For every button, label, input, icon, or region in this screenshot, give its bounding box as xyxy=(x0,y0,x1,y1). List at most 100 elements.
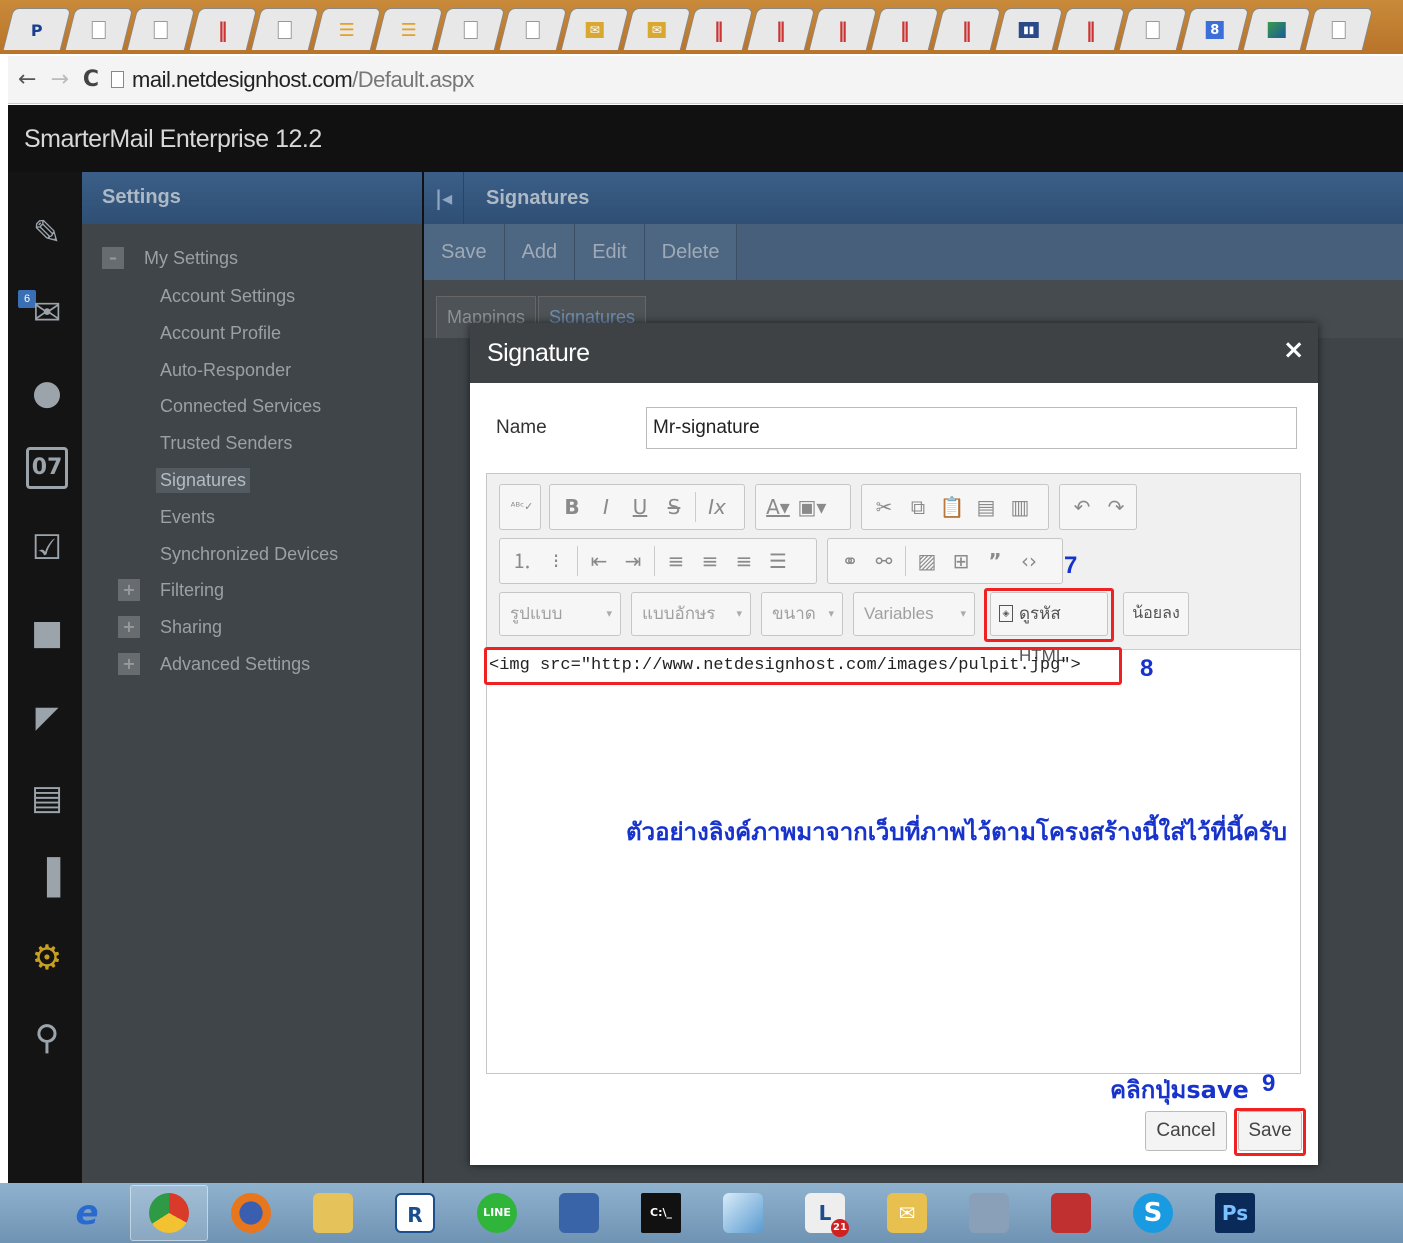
browser-tab[interactable]: ‖ xyxy=(684,8,754,50)
taskbar-explorer[interactable] xyxy=(292,1185,374,1241)
sidebar-item-trusted-senders[interactable]: Trusted Senders xyxy=(160,433,292,454)
browser-tab[interactable]: ‖ xyxy=(932,8,1002,50)
taskbar-notes[interactable] xyxy=(702,1185,784,1241)
remove-format-icon[interactable]: Ix xyxy=(701,490,733,524)
table-icon[interactable]: ⊞ xyxy=(945,544,977,578)
italic-icon[interactable]: I xyxy=(590,490,622,524)
browser-tab[interactable] xyxy=(64,8,134,50)
sidebar-item-sharing[interactable]: Sharing xyxy=(160,617,222,638)
taskbar-archive[interactable] xyxy=(1030,1185,1112,1241)
format-style-select[interactable]: รูปแบบ xyxy=(499,592,621,636)
sidebar-item-auto-responder[interactable]: Auto-Responder xyxy=(160,360,291,381)
collapse-icon[interactable]: – xyxy=(102,247,124,269)
browser-tab[interactable]: ☰ xyxy=(312,8,382,50)
font-family-select[interactable]: แบบอักษร xyxy=(631,592,751,636)
show-less-button[interactable]: น้อยลง xyxy=(1123,592,1189,636)
browser-tab[interactable]: 8 xyxy=(1180,8,1250,50)
copy-icon[interactable]: ⧉ xyxy=(902,490,934,524)
browser-tab[interactable]: ‖ xyxy=(1056,8,1126,50)
browser-tab[interactable] xyxy=(436,8,506,50)
sidebar-item-filtering[interactable]: Filtering xyxy=(160,580,224,601)
browser-tab[interactable] xyxy=(1304,8,1374,50)
search-icon[interactable]: ⚲ xyxy=(26,1017,68,1059)
expand-icon[interactable]: + xyxy=(118,616,140,638)
background-color-icon[interactable]: ▣▾ xyxy=(796,490,828,524)
sidebar-item-advanced-settings[interactable]: Advanced Settings xyxy=(160,654,310,675)
mail-icon[interactable]: ✉ xyxy=(26,292,68,334)
redo-icon[interactable]: ↷ xyxy=(1100,490,1132,524)
taskbar-r-app[interactable]: R xyxy=(374,1185,456,1241)
sidebar-item-events[interactable]: Events xyxy=(160,507,215,528)
expand-icon[interactable]: + xyxy=(118,579,140,601)
blockquote-icon[interactable]: ” xyxy=(979,544,1011,578)
spellcheck-icon[interactable]: ᴬᴮᶜ✓ xyxy=(506,490,538,524)
close-icon[interactable]: × xyxy=(1283,335,1305,365)
calendar-icon[interactable]: 07 xyxy=(26,447,68,489)
browser-tab[interactable]: ▮▮ xyxy=(994,8,1064,50)
bold-icon[interactable]: B xyxy=(556,490,588,524)
sidebar-item-account-settings[interactable]: Account Settings xyxy=(160,286,295,307)
taskbar-skype[interactable]: S xyxy=(1112,1185,1194,1241)
paste-text-icon[interactable]: ▤ xyxy=(970,490,1002,524)
taskbar-cmd[interactable]: C:\_ xyxy=(620,1185,702,1241)
taskbar-network[interactable] xyxy=(538,1185,620,1241)
align-right-icon[interactable]: ≡ xyxy=(728,544,760,578)
link-icon[interactable]: ⚭ xyxy=(834,544,866,578)
image-icon[interactable]: ▨ xyxy=(911,544,943,578)
align-left-icon[interactable]: ≡ xyxy=(660,544,692,578)
strikethrough-icon[interactable]: S xyxy=(658,490,690,524)
browser-tab[interactable] xyxy=(250,8,320,50)
cancel-button[interactable]: Cancel xyxy=(1145,1111,1227,1151)
taskbar-photoshop[interactable]: Ps xyxy=(1194,1185,1276,1241)
sidebar-item-account-profile[interactable]: Account Profile xyxy=(160,323,281,344)
browser-tab[interactable]: ✉ xyxy=(622,8,692,50)
sidebar-item-connected-services[interactable]: Connected Services xyxy=(160,396,321,417)
taskbar-ie[interactable]: e xyxy=(46,1185,128,1241)
collapse-panel-icon[interactable]: |◂ xyxy=(424,172,464,224)
browser-tab[interactable]: ‖ xyxy=(188,8,258,50)
reports-icon[interactable]: ▐ xyxy=(26,857,68,899)
browser-tab[interactable]: ‖ xyxy=(870,8,940,50)
browser-tab[interactable] xyxy=(126,8,196,50)
decrease-indent-icon[interactable]: ⇤ xyxy=(583,544,615,578)
tree-group-my-settings[interactable]: My Settings xyxy=(144,248,238,269)
bulleted-list-icon[interactable]: ⁝ xyxy=(540,544,572,578)
compose-icon[interactable]: ✎ xyxy=(26,212,68,254)
increase-indent-icon[interactable]: ⇥ xyxy=(617,544,649,578)
browser-tab[interactable] xyxy=(498,8,568,50)
taskbar-lc[interactable]: L 21 xyxy=(784,1185,866,1241)
rss-icon[interactable]: ◤ xyxy=(26,697,68,739)
numbered-list-icon[interactable]: ⒈ xyxy=(506,544,538,578)
reload-icon[interactable]: C xyxy=(83,67,99,92)
toolbar-edit-button[interactable]: Edit xyxy=(575,224,645,280)
toolbar-delete-button[interactable]: Delete xyxy=(644,224,738,280)
taskbar-line[interactable]: LINE xyxy=(456,1185,538,1241)
cut-icon[interactable]: ✂ xyxy=(868,490,900,524)
url-field[interactable]: mail.netdesignhost.com/Default.aspx xyxy=(132,67,475,93)
sidebar-item-signatures[interactable]: Signatures xyxy=(156,468,251,493)
taskbar-firefox[interactable] xyxy=(210,1185,292,1241)
justify-icon[interactable]: ☰ xyxy=(762,544,794,578)
browser-tab[interactable] xyxy=(1242,8,1312,50)
toolbar-add-button[interactable]: Add xyxy=(504,224,576,280)
browser-tab[interactable]: ‖ xyxy=(808,8,878,50)
tasks-icon[interactable]: ☑ xyxy=(26,527,68,569)
browser-tab[interactable]: P xyxy=(2,8,72,50)
browser-tab[interactable] xyxy=(1118,8,1188,50)
browser-tab[interactable]: ☰ xyxy=(374,8,444,50)
files-icon[interactable]: ▤ xyxy=(26,777,68,819)
font-size-select[interactable]: ขนาด xyxy=(761,592,843,636)
undo-icon[interactable]: ↶ xyxy=(1066,490,1098,524)
browser-tab[interactable]: ‖ xyxy=(746,8,816,50)
underline-icon[interactable]: U xyxy=(624,490,656,524)
taskbar-control-panel[interactable] xyxy=(948,1185,1030,1241)
taskbar-chrome[interactable] xyxy=(130,1185,208,1241)
variables-select[interactable]: Variables xyxy=(853,592,975,636)
unlink-icon[interactable]: ⚯ xyxy=(868,544,900,578)
toolbar-save-button[interactable]: Save xyxy=(424,224,505,280)
browser-tab[interactable]: ✉ xyxy=(560,8,630,50)
paste-word-icon[interactable]: ▥ xyxy=(1004,490,1036,524)
back-arrow-icon[interactable]: ← xyxy=(18,67,36,92)
contacts-icon[interactable]: ● xyxy=(26,372,68,414)
paste-icon[interactable]: 📋 xyxy=(936,490,968,524)
